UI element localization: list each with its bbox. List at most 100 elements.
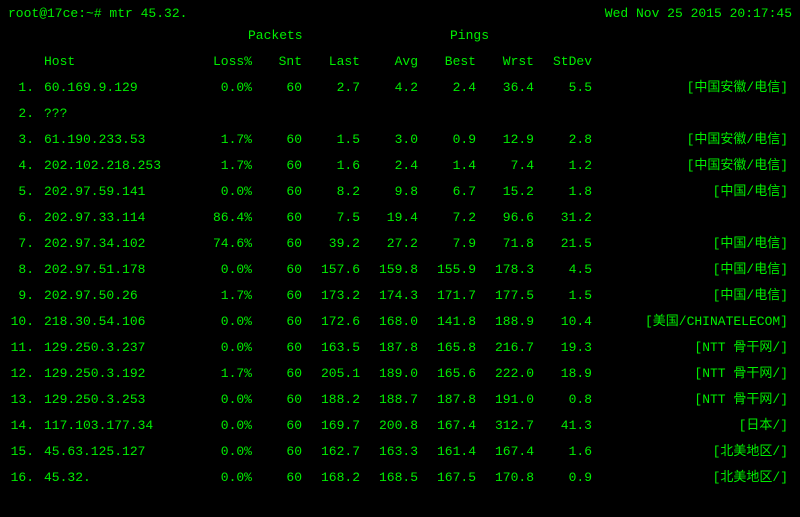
hop-avg: 189.0 (360, 361, 418, 387)
hop-best: 7.9 (418, 231, 476, 257)
hop-host: 129.250.3.192 (44, 361, 194, 387)
hop-last: 157.6 (302, 257, 360, 283)
hop-stdev: 2.8 (534, 127, 592, 153)
hop-stdev: 18.9 (534, 361, 592, 387)
hop-index: 3. (8, 127, 44, 153)
hop-snt: 60 (252, 257, 302, 283)
hop-best: 165.6 (418, 361, 476, 387)
hop-snt: 60 (252, 387, 302, 413)
hop-location: [中国/电信] (592, 257, 792, 283)
hop-best: 171.7 (418, 283, 476, 309)
hop-wrst: 12.9 (476, 127, 534, 153)
hop-loss: 0.0% (194, 309, 252, 335)
hop-wrst: 170.8 (476, 465, 534, 491)
hop-last: 205.1 (302, 361, 360, 387)
hop-stdev: 0.8 (534, 387, 592, 413)
table-header-row: Host Loss% Snt Last Avg Best Wrst StDev (8, 49, 792, 75)
table-row: 6.202.97.33.11486.4%607.519.47.296.631.2 (8, 205, 792, 231)
hop-loss: 1.7% (194, 127, 252, 153)
table-row: 4.202.102.218.2531.7%601.62.41.47.41.2[中… (8, 153, 792, 179)
table-row: 10.218.30.54.1060.0%60172.6168.0141.8188… (8, 309, 792, 335)
hop-host: 45.63.125.127 (44, 439, 194, 465)
hop-host: 202.97.50.26 (44, 283, 194, 309)
table-row: 1.60.169.9.1290.0%602.74.22.436.45.5[中国安… (8, 75, 792, 101)
hop-stdev: 1.2 (534, 153, 592, 179)
hop-wrst: 191.0 (476, 387, 534, 413)
hop-host: 202.102.218.253 (44, 153, 194, 179)
hop-last: 168.2 (302, 465, 360, 491)
hop-index: 7. (8, 231, 44, 257)
mtr-table: Host Loss% Snt Last Avg Best Wrst StDev … (8, 49, 792, 491)
hop-loss: 0.0% (194, 439, 252, 465)
hop-snt: 60 (252, 465, 302, 491)
hop-last: 163.5 (302, 335, 360, 361)
hop-avg: 187.8 (360, 335, 418, 361)
table-row: 13.129.250.3.2530.0%60188.2188.7187.8191… (8, 387, 792, 413)
hop-index: 8. (8, 257, 44, 283)
hop-wrst: 177.5 (476, 283, 534, 309)
hop-location: [日本/] (592, 413, 792, 439)
hop-location: [北美地区/] (592, 439, 792, 465)
hop-index: 12. (8, 361, 44, 387)
col-header-stdev: StDev (534, 49, 592, 75)
hop-host: 129.250.3.237 (44, 335, 194, 361)
hop-best: 2.4 (418, 75, 476, 101)
hop-host: 218.30.54.106 (44, 309, 194, 335)
hop-loss: 74.6% (194, 231, 252, 257)
hop-best: 165.8 (418, 335, 476, 361)
hop-last: 188.2 (302, 387, 360, 413)
hop-best: 167.5 (418, 465, 476, 491)
hop-stdev: 31.2 (534, 205, 592, 231)
section-label-pings: Pings (450, 28, 489, 43)
table-row: 14.117.103.177.340.0%60169.7200.8167.431… (8, 413, 792, 439)
hop-wrst: 96.6 (476, 205, 534, 231)
col-header-best: Best (418, 49, 476, 75)
hop-host: 61.190.233.53 (44, 127, 194, 153)
hop-loss: 0.0% (194, 413, 252, 439)
hop-loss: 1.7% (194, 153, 252, 179)
hop-last: 162.7 (302, 439, 360, 465)
hop-index: 6. (8, 205, 44, 231)
hop-best: 187.8 (418, 387, 476, 413)
hop-wrst: 222.0 (476, 361, 534, 387)
hop-index: 2. (8, 101, 44, 127)
hop-index: 13. (8, 387, 44, 413)
hop-best: 155.9 (418, 257, 476, 283)
hop-best: 167.4 (418, 413, 476, 439)
hop-stdev: 1.8 (534, 179, 592, 205)
terminal-topbar: root@17ce:~# mtr 45.32. Wed Nov 25 2015 … (8, 6, 792, 21)
col-header-avg: Avg (360, 49, 418, 75)
hop-loss: 1.7% (194, 361, 252, 387)
hop-last: 2.7 (302, 75, 360, 101)
hop-index: 14. (8, 413, 44, 439)
hop-stdev: 0.9 (534, 465, 592, 491)
hop-last: 172.6 (302, 309, 360, 335)
hop-index: 1. (8, 75, 44, 101)
hop-stdev: 10.4 (534, 309, 592, 335)
hop-loss: 0.0% (194, 257, 252, 283)
hop-host: 45.32. (44, 465, 194, 491)
hop-wrst: 188.9 (476, 309, 534, 335)
hop-stdev: 1.6 (534, 439, 592, 465)
hop-location: [中国/电信] (592, 179, 792, 205)
hop-best: 7.2 (418, 205, 476, 231)
hop-last: 8.2 (302, 179, 360, 205)
hop-host: 117.103.177.34 (44, 413, 194, 439)
hop-location: [中国安徽/电信] (592, 75, 792, 101)
hop-avg: 2.4 (360, 153, 418, 179)
hop-snt: 60 (252, 153, 302, 179)
hop-snt: 60 (252, 205, 302, 231)
hop-stdev: 41.3 (534, 413, 592, 439)
hop-location: [北美地区/] (592, 465, 792, 491)
hop-stdev: 19.3 (534, 335, 592, 361)
hop-host: 202.97.34.102 (44, 231, 194, 257)
hop-avg: 4.2 (360, 75, 418, 101)
hop-index: 16. (8, 465, 44, 491)
col-header-last: Last (302, 49, 360, 75)
table-row: 2.??? (8, 101, 792, 127)
hop-avg: 3.0 (360, 127, 418, 153)
table-row: 7.202.97.34.10274.6%6039.227.27.971.821.… (8, 231, 792, 257)
hop-stdev: 4.5 (534, 257, 592, 283)
hop-snt: 60 (252, 75, 302, 101)
hop-loss: 0.0% (194, 75, 252, 101)
